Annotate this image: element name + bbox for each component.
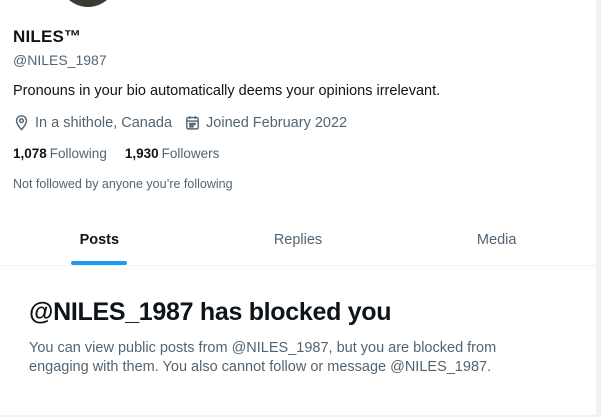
following-count: 1,078: [13, 146, 47, 161]
profile-location: In a shithole, Canada: [13, 114, 172, 131]
profile-joined: Joined February 2022: [184, 114, 347, 131]
tab-media[interactable]: Media: [397, 214, 596, 265]
profile-tabs: Posts Replies Media: [0, 214, 596, 266]
following-label: Following: [49, 146, 107, 161]
followed-by-note: Not followed by anyone you’re following: [13, 177, 233, 191]
profile-bio: Pronouns in your bio automatically deems…: [13, 83, 441, 99]
followers-label: Followers: [161, 146, 220, 161]
blocked-message: You can view public posts from @NILES_19…: [29, 340, 497, 375]
tab-posts[interactable]: Posts: [0, 214, 199, 265]
blocked-title: @NILES_1987 has blocked you: [29, 298, 392, 326]
tab-label: Replies: [273, 231, 323, 248]
scrollbar[interactable]: [596, 0, 601, 417]
joined-text: Joined February 2022: [206, 114, 348, 131]
following-link[interactable]: 1,078 Following: [13, 146, 107, 161]
active-tab-indicator: [71, 261, 128, 265]
followers-link[interactable]: 1,930 Followers: [125, 146, 220, 161]
profile-meta: In a shithole, Canada Joined February 20…: [13, 114, 359, 131]
tab-label: Posts: [79, 231, 120, 248]
tab-label: Media: [476, 231, 517, 248]
location-text: In a shithole, Canada: [35, 114, 173, 131]
tab-replies[interactable]: Replies: [199, 214, 398, 265]
location-pin-icon: [15, 115, 28, 131]
profile-stats: 1,078 Following 1,930 Followers: [13, 146, 237, 161]
profile-handle: @NILES_1987: [13, 52, 107, 68]
avatar[interactable]: [55, 0, 121, 10]
profile-display-name: NILES™: [13, 27, 82, 46]
followers-count: 1,930: [124, 146, 159, 161]
calendar-icon: [186, 116, 199, 130]
